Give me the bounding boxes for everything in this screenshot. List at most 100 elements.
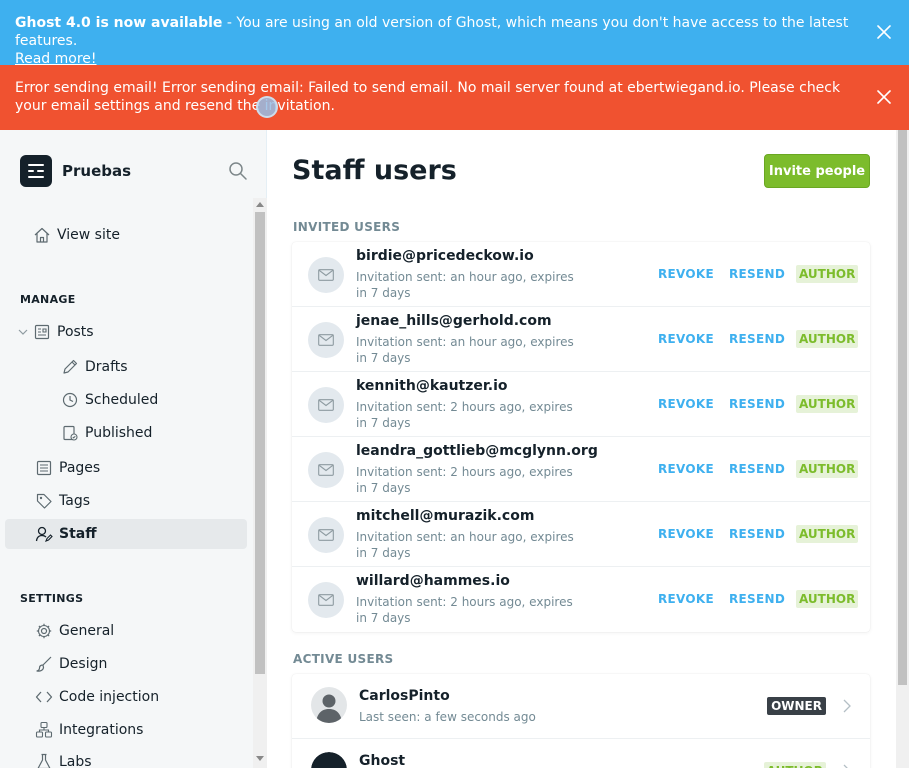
chevron-right-icon[interactable] <box>842 763 852 768</box>
table-row: birdie@pricedeckow.io Invitation sent: an… <box>292 242 870 307</box>
main-scrollbar[interactable] <box>896 130 909 768</box>
invite-people-button[interactable]: Invite people <box>764 154 870 188</box>
resend-button[interactable]: RESEND <box>729 267 785 281</box>
scroll-down-arrow-icon[interactable] <box>256 756 264 761</box>
role-badge: AUTHOR <box>796 395 859 413</box>
close-icon[interactable] <box>875 23 893 41</box>
invite-meta: Invitation sent: 2 hours ago, expires in… <box>356 400 573 430</box>
integrations-icon <box>35 721 53 738</box>
role-badge: AUTHOR <box>796 590 859 608</box>
envelope-icon <box>308 322 344 358</box>
chevron-right-icon[interactable] <box>842 698 852 714</box>
sidebar-item-label: Tags <box>59 493 90 509</box>
sidebar-item-pages[interactable]: Pages <box>5 453 247 483</box>
sidebar-item-staff[interactable]: Staff <box>5 519 247 549</box>
sidebar-item-general[interactable]: General <box>5 616 247 646</box>
manage-heading: MANAGE <box>20 293 76 306</box>
flask-icon <box>37 753 51 768</box>
table-row: jenae_hills@gerhold.com Invitation sent: … <box>292 307 870 372</box>
envelope-icon <box>308 387 344 423</box>
list-item[interactable]: CarlosPinto Last seen: a few seconds ago… <box>292 674 870 739</box>
page-title: Staff users <box>292 155 457 186</box>
search-icon[interactable] <box>228 161 248 181</box>
main-scroll-thumb[interactable] <box>898 130 907 685</box>
chevron-down-icon[interactable] <box>17 326 29 338</box>
role-badge: OWNER <box>767 697 826 715</box>
sidebar-item-scheduled[interactable]: Scheduled <box>5 385 247 415</box>
sidebar-item-label: Published <box>85 425 153 441</box>
update-banner: Ghost 4.0 is now available - You are usi… <box>0 0 909 67</box>
sidebar: Pruebas View site MANAGE Posts Drafts Sc… <box>0 130 267 768</box>
avatar <box>311 752 347 768</box>
active-users-heading: ACTIVE USERS <box>293 652 394 666</box>
invite-meta: Invitation sent: 2 hours ago, expires in… <box>356 465 573 495</box>
settings-heading: SETTINGS <box>20 592 84 605</box>
revoke-button[interactable]: REVOKE <box>658 462 714 476</box>
pages-icon <box>36 460 52 476</box>
sidebar-item-label: Posts <box>57 324 94 340</box>
sidebar-item-tags[interactable]: Tags <box>5 486 247 516</box>
table-row: willard@hammes.io Invitation sent: 2 hour… <box>292 567 870 632</box>
invite-email: jenae_hills@gerhold.com <box>356 313 552 329</box>
gear-icon <box>36 623 52 639</box>
sidebar-item-label: Staff <box>59 526 97 542</box>
invite-meta: Invitation sent: an hour ago, expires in… <box>356 530 574 560</box>
invited-users-heading: INVITED USERS <box>293 220 401 234</box>
site-brand[interactable]: Pruebas <box>20 155 131 187</box>
sidebar-item-label: Drafts <box>85 359 128 375</box>
resend-button[interactable]: RESEND <box>729 332 785 346</box>
revoke-button[interactable]: REVOKE <box>658 527 714 541</box>
last-seen: Last seen: a few seconds ago <box>359 710 536 724</box>
sidebar-item-view-site[interactable]: View site <box>5 220 247 250</box>
sidebar-item-posts[interactable]: Posts <box>5 317 247 347</box>
role-badge: AUTHOR <box>796 525 859 543</box>
update-banner-title: Ghost 4.0 is now available <box>15 15 223 31</box>
mouse-cursor-indicator <box>256 96 278 118</box>
role-badge: AUTHOR <box>796 460 859 478</box>
pencil-icon <box>63 359 78 374</box>
envelope-icon <box>308 517 344 553</box>
invite-email: birdie@pricedeckow.io <box>356 248 534 264</box>
resend-button[interactable]: RESEND <box>729 397 785 411</box>
role-badge: AUTHOR <box>796 265 859 283</box>
resend-button[interactable]: RESEND <box>729 527 785 541</box>
revoke-button[interactable]: REVOKE <box>658 592 714 606</box>
sidebar-item-drafts[interactable]: Drafts <box>5 352 247 382</box>
error-banner-message: Error sending email! Error sending email… <box>15 80 841 114</box>
list-item[interactable]: Ghost AUTHOR <box>292 739 870 768</box>
sidebar-scroll-thumb[interactable] <box>255 212 265 674</box>
sidebar-item-published[interactable]: Published <box>5 418 247 448</box>
invite-meta: Invitation sent: an hour ago, expires in… <box>356 335 574 365</box>
role-badge: AUTHOR <box>796 330 859 348</box>
revoke-button[interactable]: REVOKE <box>658 332 714 346</box>
user-name: CarlosPinto <box>359 688 450 704</box>
envelope-icon <box>308 257 344 293</box>
brush-icon <box>36 656 52 672</box>
resend-button[interactable]: RESEND <box>729 462 785 476</box>
sidebar-item-design[interactable]: Design <box>5 649 247 679</box>
table-row: mitchell@murazik.com Invitation sent: an … <box>292 502 870 567</box>
sidebar-item-label: Scheduled <box>85 392 159 408</box>
sidebar-item-label: View site <box>57 227 120 243</box>
error-banner: Error sending email! Error sending email… <box>0 65 909 130</box>
scroll-up-arrow-icon[interactable] <box>256 202 264 207</box>
home-icon <box>34 227 50 243</box>
posts-icon <box>34 324 50 340</box>
close-icon[interactable] <box>875 88 893 106</box>
role-badge: AUTHOR <box>763 762 826 768</box>
staff-icon <box>35 526 53 542</box>
sidebar-item-code-injection[interactable]: Code injection <box>5 682 247 712</box>
sidebar-item-label: Labs <box>59 754 92 768</box>
revoke-button[interactable]: REVOKE <box>658 397 714 411</box>
invite-meta: Invitation sent: 2 hours ago, expires in… <box>356 595 573 625</box>
main-content: Staff users Invite people INVITED USERS … <box>268 130 896 768</box>
resend-button[interactable]: RESEND <box>729 592 785 606</box>
sidebar-item-integrations[interactable]: Integrations <box>5 715 247 745</box>
published-icon <box>63 425 78 441</box>
invite-email: mitchell@murazik.com <box>356 508 535 524</box>
sidebar-scrollbar[interactable] <box>253 198 267 768</box>
invite-meta: Invitation sent: an hour ago, expires in… <box>356 270 574 300</box>
revoke-button[interactable]: REVOKE <box>658 267 714 281</box>
sidebar-item-labs[interactable]: Labs <box>5 747 247 768</box>
envelope-icon <box>308 452 344 488</box>
